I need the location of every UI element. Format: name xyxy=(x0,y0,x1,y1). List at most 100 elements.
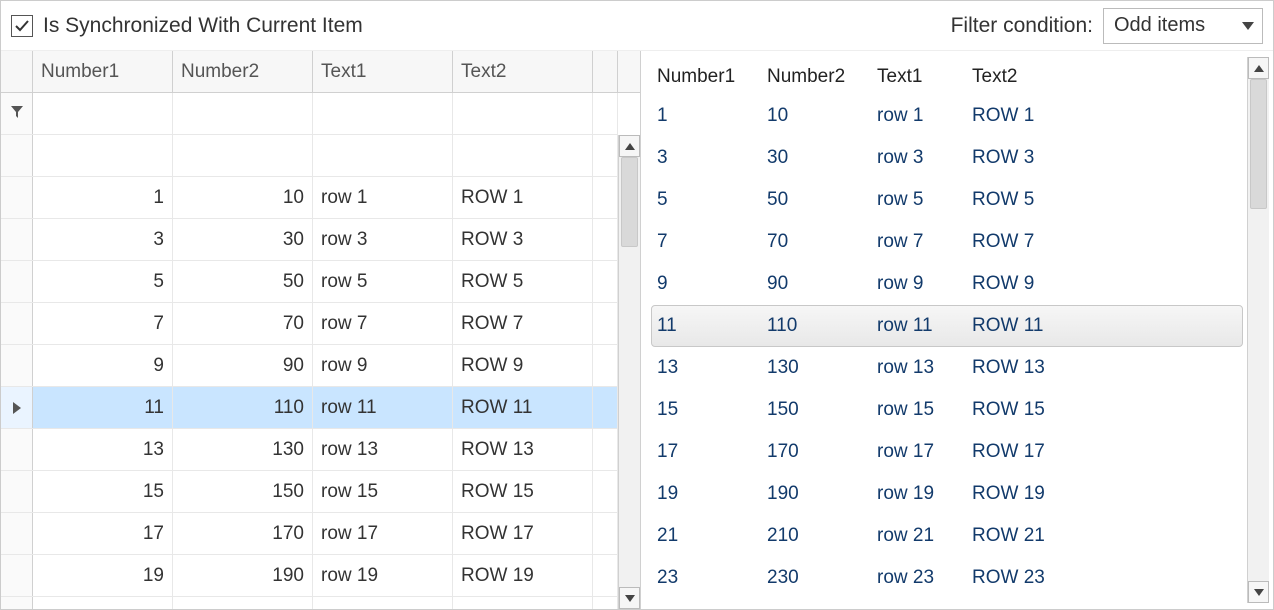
list-item[interactable]: 15150row 15ROW 15 xyxy=(651,389,1243,431)
list-item[interactable]: 330row 3ROW 3 xyxy=(651,137,1243,179)
list-item[interactable]: 21210row 21ROW 21 xyxy=(651,515,1243,557)
list-item[interactable]: 23230row 23ROW 23 xyxy=(651,557,1243,599)
col-header-text1[interactable]: Text1 xyxy=(313,51,453,92)
cell-n2[interactable]: 190 xyxy=(173,555,313,596)
cell-t2[interactable]: ROW 7 xyxy=(453,303,593,344)
cell-t1[interactable]: row 19 xyxy=(313,555,453,596)
list-item[interactable]: 550row 5ROW 5 xyxy=(651,179,1243,221)
cell-n1[interactable]: 7 xyxy=(33,303,173,344)
new-cell-number1[interactable] xyxy=(33,135,173,177)
cell-t2[interactable]: ROW 15 xyxy=(453,471,593,512)
cell-t2[interactable]: ROW 5 xyxy=(453,261,593,302)
cell-t2[interactable]: ROW 19 xyxy=(453,555,593,596)
cell-t2[interactable]: ROW 9 xyxy=(453,345,593,386)
cell-n1[interactable]: 15 xyxy=(33,471,173,512)
table-row[interactable]: 990row 9ROW 9 xyxy=(1,345,618,387)
col-header-text2[interactable]: Text2 xyxy=(453,51,593,92)
rcell-t1: row 21 xyxy=(877,525,972,547)
cell-n2[interactable]: 30 xyxy=(173,219,313,260)
cell-t1[interactable]: row 21 xyxy=(313,597,453,609)
cell-n1[interactable]: 5 xyxy=(33,261,173,302)
cell-t2[interactable]: ROW 11 xyxy=(453,387,593,428)
table-row[interactable]: 110row 1ROW 1 xyxy=(1,177,618,219)
sync-checkbox[interactable] xyxy=(11,15,33,37)
cell-t2[interactable]: ROW 21 xyxy=(453,597,593,609)
new-cell-text1[interactable] xyxy=(313,135,453,177)
filter-cell-text2[interactable] xyxy=(453,93,593,134)
scroll-thumb[interactable] xyxy=(621,157,638,247)
cell-n1[interactable]: 17 xyxy=(33,513,173,554)
rcell-t1: row 15 xyxy=(877,399,972,421)
scroll-thumb[interactable] xyxy=(1250,79,1267,209)
filter-condition-combo[interactable]: Odd items xyxy=(1103,8,1263,44)
list-item[interactable]: 11110row 11ROW 11 xyxy=(651,305,1243,347)
col-header-number2[interactable]: Number2 xyxy=(173,51,313,92)
filter-cell-number1[interactable] xyxy=(33,93,173,134)
new-cell-text2[interactable] xyxy=(453,135,593,177)
cell-t2[interactable]: ROW 3 xyxy=(453,219,593,260)
scroll-track[interactable] xyxy=(1248,79,1269,581)
cell-t2[interactable]: ROW 17 xyxy=(453,513,593,554)
list-item[interactable]: 17170row 17ROW 17 xyxy=(651,431,1243,473)
table-row[interactable]: 15150row 15ROW 15 xyxy=(1,471,618,513)
cell-n1[interactable]: 13 xyxy=(33,429,173,470)
cell-t1[interactable]: row 1 xyxy=(313,177,453,218)
cell-t1[interactable]: row 13 xyxy=(313,429,453,470)
right-vertical-scrollbar[interactable] xyxy=(1247,57,1269,603)
table-row[interactable]: 770row 7ROW 7 xyxy=(1,303,618,345)
list-item[interactable]: 990row 9ROW 9 xyxy=(651,263,1243,305)
filter-cell-number2[interactable] xyxy=(173,93,313,134)
table-row[interactable]: 19190row 19ROW 19 xyxy=(1,555,618,597)
cell-n1[interactable]: 1 xyxy=(33,177,173,218)
table-row[interactable]: 550row 5ROW 5 xyxy=(1,261,618,303)
cell-n2[interactable]: 170 xyxy=(173,513,313,554)
cell-n2[interactable]: 10 xyxy=(173,177,313,218)
table-row[interactable]: 17170row 17ROW 17 xyxy=(1,513,618,555)
cell-t1[interactable]: row 3 xyxy=(313,219,453,260)
new-item-row[interactable] xyxy=(1,135,618,177)
filter-cell-text1[interactable] xyxy=(313,93,453,134)
cell-n2[interactable]: 150 xyxy=(173,471,313,512)
check-icon xyxy=(14,18,30,34)
row-indicator xyxy=(1,177,33,218)
cell-n2[interactable]: 70 xyxy=(173,303,313,344)
cell-n1[interactable]: 3 xyxy=(33,219,173,260)
cell-n1[interactable]: 19 xyxy=(33,555,173,596)
cell-t1[interactable]: row 11 xyxy=(313,387,453,428)
col-header-filler xyxy=(593,51,618,92)
cell-t1[interactable]: row 15 xyxy=(313,471,453,512)
filter-cell-filler xyxy=(593,93,618,134)
scroll-up-button[interactable] xyxy=(619,135,640,157)
list-item[interactable]: 770row 7ROW 7 xyxy=(651,221,1243,263)
list-item[interactable]: 19190row 19ROW 19 xyxy=(651,473,1243,515)
left-vertical-scrollbar[interactable] xyxy=(618,135,640,609)
table-row[interactable]: 13130row 13ROW 13 xyxy=(1,429,618,471)
cell-t2[interactable]: ROW 13 xyxy=(453,429,593,470)
cell-t1[interactable]: row 9 xyxy=(313,345,453,386)
list-item[interactable]: 13130row 13ROW 13 xyxy=(651,347,1243,389)
cell-n2[interactable]: 110 xyxy=(173,387,313,428)
table-row[interactable]: 21210row 21ROW 21 xyxy=(1,597,618,609)
cell-t2[interactable]: ROW 1 xyxy=(453,177,593,218)
cell-t1[interactable]: row 7 xyxy=(313,303,453,344)
cell-n1[interactable]: 11 xyxy=(33,387,173,428)
cell-n2[interactable]: 90 xyxy=(173,345,313,386)
scroll-track[interactable] xyxy=(619,157,640,587)
col-header-number1[interactable]: Number1 xyxy=(33,51,173,92)
cell-n2[interactable]: 210 xyxy=(173,597,313,609)
list-item[interactable]: 110row 1ROW 1 xyxy=(651,95,1243,137)
scroll-up-button[interactable] xyxy=(1248,57,1269,79)
table-row[interactable]: 330row 3ROW 3 xyxy=(1,219,618,261)
cell-n1[interactable]: 21 xyxy=(33,597,173,609)
cell-n2[interactable]: 130 xyxy=(173,429,313,470)
cell-t1[interactable]: row 17 xyxy=(313,513,453,554)
scroll-down-button[interactable] xyxy=(1248,581,1269,603)
cell-n1[interactable]: 9 xyxy=(33,345,173,386)
table-row[interactable]: 11110row 11ROW 11 xyxy=(1,387,618,429)
cell-filler xyxy=(593,513,618,554)
cell-n2[interactable]: 50 xyxy=(173,261,313,302)
cell-t1[interactable]: row 5 xyxy=(313,261,453,302)
chevron-up-icon xyxy=(625,143,635,150)
scroll-down-button[interactable] xyxy=(619,587,640,609)
new-cell-number2[interactable] xyxy=(173,135,313,177)
